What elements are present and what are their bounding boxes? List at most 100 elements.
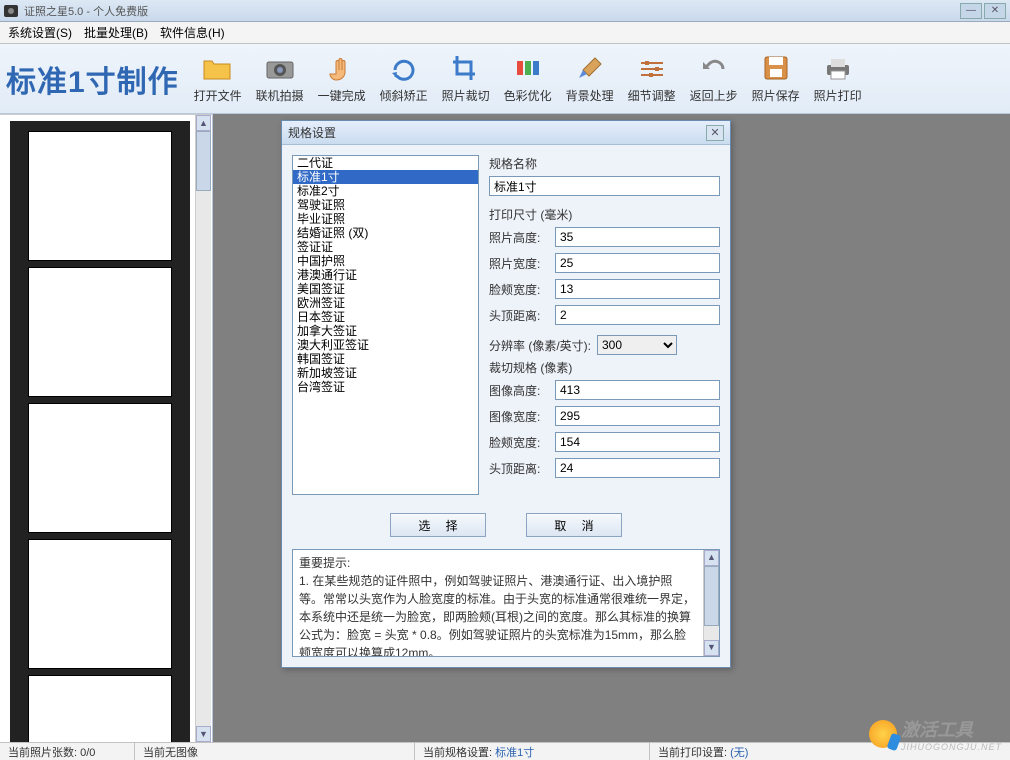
film-frame[interactable] [28,131,172,261]
undo-icon [698,53,730,83]
spec-list-item[interactable]: 标准2寸 [293,184,478,198]
image-height-input[interactable] [555,380,720,400]
window-titlebar: 证照之星5.0 - 个人免费版 — ✕ [0,0,1010,22]
tool-back[interactable]: 返回上步 [683,53,745,104]
spec-list-item[interactable]: 澳大利亚签证 [293,338,478,352]
film-frame[interactable] [28,403,172,533]
film-frame[interactable] [28,267,172,397]
photo-width-input[interactable] [555,253,720,273]
menu-system[interactable]: 系统设置(S) [8,24,72,41]
image-height-label: 图像高度: [489,382,551,399]
tool-crop[interactable]: 照片裁切 [435,53,497,104]
film-strip-pane: ▲ ▼ [0,114,213,742]
resolution-select[interactable]: 300 [597,335,677,355]
scroll-up-icon[interactable]: ▲ [704,550,719,566]
app-icon [4,5,18,17]
tool-detail[interactable]: 细节调整 [621,53,683,104]
crop-icon [450,53,482,83]
toolbar: 标准1寸制作 打开文件 联机拍摄 一键完成 倾斜矫正 照片裁切 色彩优化 背景处… [0,44,1010,114]
window-title: 证照之星5.0 - 个人免费版 [24,3,148,19]
cancel-button[interactable]: 取 消 [526,513,622,537]
tool-camera[interactable]: 联机拍摄 [249,53,311,104]
hand-icon [326,53,358,83]
spec-list-item[interactable]: 韩国签证 [293,352,478,366]
print-icon [822,53,854,83]
brush-icon [574,53,606,83]
scroll-down-icon[interactable]: ▼ [704,640,719,656]
folder-icon [202,53,234,83]
top-distance-input[interactable] [555,305,720,325]
spec-list-item[interactable]: 欧洲签证 [293,296,478,310]
tool-print[interactable]: 照片打印 [807,53,869,104]
film-frame[interactable] [28,675,172,742]
film-frame[interactable] [28,539,172,669]
camera-icon [264,53,296,83]
menu-batch[interactable]: 批量处理(B) [84,24,148,41]
image-width-label: 图像宽度: [489,408,551,425]
film-scrollbar[interactable]: ▲ ▼ [195,115,211,742]
palette-icon [512,53,544,83]
print-group-label: 打印尺寸 (毫米) [489,206,720,223]
tool-open[interactable]: 打开文件 [187,53,249,104]
close-button[interactable]: ✕ [984,3,1006,19]
crop-top-distance-label: 头顶距离: [489,460,551,477]
status-image: 当前无图像 [135,743,415,760]
tool-color[interactable]: 色彩优化 [497,53,559,104]
spec-list-item[interactable]: 港澳通行证 [293,268,478,282]
tool-save[interactable]: 照片保存 [745,53,807,104]
image-width-input[interactable] [555,406,720,426]
tip-scrollbar[interactable]: ▲ ▼ [703,550,719,656]
watermark: 激活工具JIHUOGONGJU.NET [869,716,1002,752]
page-title: 标准1寸制作 [6,57,179,101]
menu-info[interactable]: 软件信息(H) [160,24,225,41]
tip-box: 重要提示: 1. 在某些规范的证件照中，例如驾驶证照片、港澳通行证、出入境护照等… [292,549,720,657]
crop-face-width-label: 脸颊宽度: [489,434,551,451]
scroll-up-icon[interactable]: ▲ [196,115,211,131]
status-count: 当前照片张数: 0/0 [0,743,135,760]
face-width-input[interactable] [555,279,720,299]
spec-list-item[interactable]: 中国护照 [293,254,478,268]
photo-height-input[interactable] [555,227,720,247]
dialog-titlebar[interactable]: 规格设置 ✕ [282,121,730,145]
watermark-icon [869,720,897,748]
select-button[interactable]: 选 择 [390,513,486,537]
spec-list-item[interactable]: 新加坡签证 [293,366,478,380]
spec-list-item[interactable]: 加拿大签证 [293,324,478,338]
tip-body: 1. 在某些规范的证件照中，例如驾驶证照片、港澳通行证、出入境护照等。常常以头宽… [299,574,695,657]
film-strip [10,121,190,742]
name-label: 规格名称 [489,155,720,172]
spec-listbox[interactable]: 二代证标准1寸标准2寸驾驶证照毕业证照结婚证照 (双)签证证中国护照港澳通行证美… [292,155,479,495]
menu-bar: 系统设置(S) 批量处理(B) 软件信息(H) [0,22,1010,44]
tool-rotate[interactable]: 倾斜矫正 [373,53,435,104]
spec-list-item[interactable]: 日本签证 [293,310,478,324]
spec-list-item[interactable]: 标准1寸 [293,170,478,184]
spec-list-item[interactable]: 签证证 [293,240,478,254]
face-width-label: 脸颊宽度: [489,281,551,298]
name-input[interactable] [489,176,720,196]
rotate-icon [388,53,420,83]
dialog-close-button[interactable]: ✕ [706,125,724,141]
tool-auto[interactable]: 一键完成 [311,53,373,104]
spec-list-item[interactable]: 美国签证 [293,282,478,296]
scroll-thumb[interactable] [704,566,719,626]
tip-title: 重要提示: [299,556,350,570]
spec-list-item[interactable]: 驾驶证照 [293,198,478,212]
minimize-button[interactable]: — [960,3,982,19]
scroll-thumb[interactable] [196,131,211,191]
spec-dialog: 规格设置 ✕ 二代证标准1寸标准2寸驾驶证照毕业证照结婚证照 (双)签证证中国护… [281,120,731,668]
scroll-down-icon[interactable]: ▼ [196,726,211,742]
sliders-icon [636,53,668,83]
crop-top-distance-input[interactable] [555,458,720,478]
spec-list-item[interactable]: 二代证 [293,156,478,170]
photo-width-label: 照片宽度: [489,255,551,272]
photo-height-label: 照片高度: [489,229,551,246]
crop-face-width-input[interactable] [555,432,720,452]
spec-list-item[interactable]: 结婚证照 (双) [293,226,478,240]
crop-group-label: 裁切规格 (像素) [489,359,720,376]
spec-list-item[interactable]: 毕业证照 [293,212,478,226]
status-spec: 当前规格设置: 标准1寸 [415,743,650,760]
resolution-label: 分辨率 (像素/英寸): [489,337,591,354]
status-bar: 当前照片张数: 0/0 当前无图像 当前规格设置: 标准1寸 当前打印设置: (… [0,742,1010,760]
tool-bg[interactable]: 背景处理 [559,53,621,104]
spec-list-item[interactable]: 台湾签证 [293,380,478,394]
